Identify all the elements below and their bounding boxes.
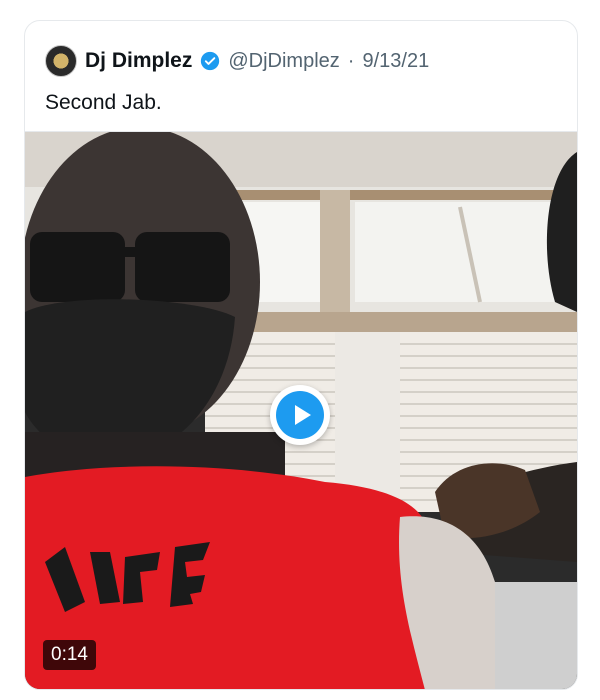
play-icon	[276, 391, 324, 439]
handle[interactable]: @DjDimplez	[228, 50, 339, 73]
verified-badge-icon	[201, 51, 220, 71]
separator-dot: ·	[347, 49, 355, 72]
tweet-text: Second Jab.	[45, 91, 162, 114]
tweet-card[interactable]: Dj Dimplez @DjDimplez · 9/13/21 Second J…	[24, 20, 578, 690]
tweet-header: Dj Dimplez @DjDimplez · 9/13/21	[45, 43, 429, 79]
avatar[interactable]	[45, 45, 77, 77]
play-button[interactable]	[270, 385, 330, 445]
tweet-date[interactable]: 9/13/21	[362, 50, 429, 73]
video-duration-badge: 0:14	[43, 640, 96, 670]
video-player[interactable]: 0:14	[25, 131, 577, 689]
display-name[interactable]: Dj Dimplez	[85, 49, 192, 73]
